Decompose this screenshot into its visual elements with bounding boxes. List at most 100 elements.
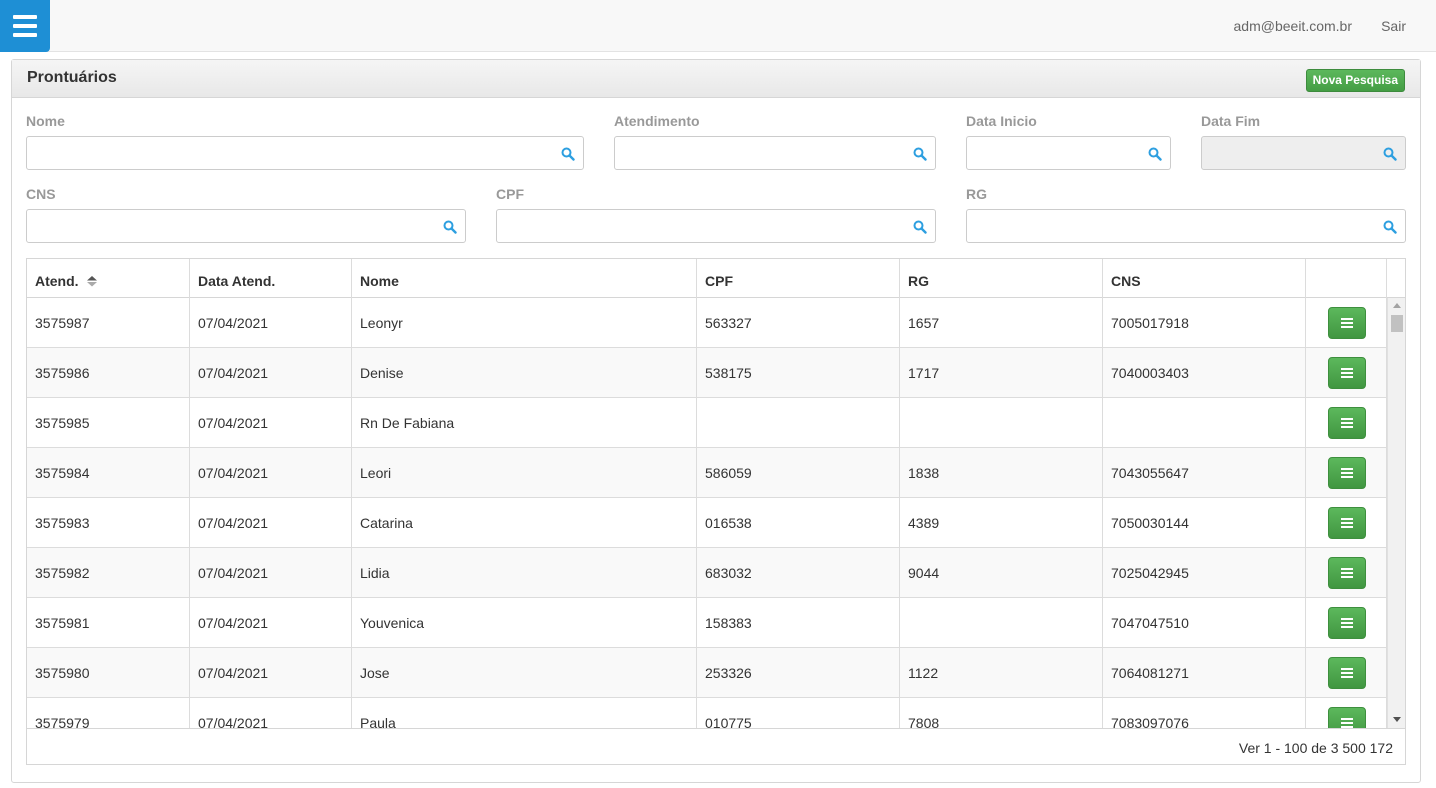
rg-field[interactable] bbox=[966, 209, 1406, 243]
table-row[interactable]: 3575986 07/04/2021 Denise 538175 1717 7040003… bbox=[27, 348, 1387, 398]
cell-cns: 7043055647 bbox=[1103, 448, 1306, 498]
cell-nome: Rn De Fabiana bbox=[352, 398, 697, 448]
nome-field[interactable] bbox=[26, 136, 584, 170]
cell-data-atend: 07/04/2021 bbox=[190, 548, 352, 598]
search-icon[interactable] bbox=[561, 147, 575, 161]
search-icon[interactable] bbox=[913, 147, 927, 161]
column-header-data-atend[interactable]: Data Atend. bbox=[190, 259, 352, 298]
cell-cpf: 158383 bbox=[697, 598, 900, 648]
data-fim-field[interactable] bbox=[1201, 136, 1406, 170]
nome-input[interactable] bbox=[27, 137, 583, 169]
data-inicio-input[interactable] bbox=[967, 137, 1170, 169]
cell-rg: 7808 bbox=[900, 698, 1103, 728]
cell-atend: 3575981 bbox=[27, 598, 190, 648]
cell-atend: 3575987 bbox=[27, 298, 190, 348]
list-icon bbox=[1341, 318, 1353, 328]
cell-actions bbox=[1306, 698, 1387, 728]
cell-cpf: 538175 bbox=[697, 348, 900, 398]
cns-input[interactable] bbox=[27, 210, 465, 242]
cell-nome: Denise bbox=[352, 348, 697, 398]
atendimento-field[interactable] bbox=[614, 136, 936, 170]
table-row[interactable]: 3575983 07/04/2021 Catarina 016538 4389 70500… bbox=[27, 498, 1387, 548]
cell-actions bbox=[1306, 498, 1387, 548]
grid-body: 3575987 07/04/2021 Leonyr 563327 1657 7005017… bbox=[27, 298, 1387, 728]
table-row[interactable]: 3575987 07/04/2021 Leonyr 563327 1657 7005017… bbox=[27, 298, 1387, 348]
cell-nome: Lidia bbox=[352, 548, 697, 598]
cell-cpf: 016538 bbox=[697, 498, 900, 548]
cell-cpf bbox=[697, 398, 900, 448]
scroll-down-arrow-icon[interactable] bbox=[1393, 717, 1401, 722]
row-menu-button[interactable] bbox=[1328, 307, 1366, 339]
row-menu-button[interactable] bbox=[1328, 657, 1366, 689]
data-fim-input[interactable] bbox=[1202, 137, 1405, 169]
new-search-button[interactable]: Nova Pesquisa bbox=[1305, 69, 1405, 92]
data-fim-label: Data Fim bbox=[1201, 113, 1261, 129]
atendimento-label: Atendimento bbox=[614, 113, 700, 129]
list-icon bbox=[1341, 468, 1353, 478]
cell-cpf: 253326 bbox=[697, 648, 900, 698]
table-row[interactable]: 3575985 07/04/2021 Rn De Fabiana bbox=[27, 398, 1387, 448]
cell-cns: 7083097076 bbox=[1103, 698, 1306, 728]
cns-field[interactable] bbox=[26, 209, 466, 243]
logout-link[interactable]: Sair bbox=[1381, 18, 1406, 34]
rg-input[interactable] bbox=[967, 210, 1405, 242]
row-menu-button[interactable] bbox=[1328, 507, 1366, 539]
cell-rg: 1657 bbox=[900, 298, 1103, 348]
row-menu-button[interactable] bbox=[1328, 557, 1366, 589]
search-icon[interactable] bbox=[913, 220, 927, 234]
table-row[interactable]: 3575982 07/04/2021 Lidia 683032 9044 70250429… bbox=[27, 548, 1387, 598]
search-icon[interactable] bbox=[1383, 220, 1397, 234]
cell-cns: 7005017918 bbox=[1103, 298, 1306, 348]
table-row[interactable]: 3575980 07/04/2021 Jose 253326 1122 706408127… bbox=[27, 648, 1387, 698]
row-menu-button[interactable] bbox=[1328, 707, 1366, 728]
hamburger-menu-icon[interactable] bbox=[0, 0, 50, 52]
atendimento-input[interactable] bbox=[615, 137, 935, 169]
scroll-up-arrow-icon[interactable] bbox=[1393, 303, 1401, 308]
column-header-nome[interactable]: Nome bbox=[352, 259, 697, 298]
cell-atend: 3575984 bbox=[27, 448, 190, 498]
page-title: Prontuários bbox=[27, 69, 117, 86]
table-row[interactable]: 3575984 07/04/2021 Leori 586059 1838 70430556… bbox=[27, 448, 1387, 498]
cell-cpf: 010775 bbox=[697, 698, 900, 728]
data-inicio-field[interactable] bbox=[966, 136, 1171, 170]
column-header-cns[interactable]: CNS bbox=[1103, 259, 1306, 298]
search-icon[interactable] bbox=[443, 220, 457, 234]
nome-label: Nome bbox=[26, 113, 65, 129]
search-icon[interactable] bbox=[1148, 147, 1162, 161]
column-header-rg[interactable]: RG bbox=[900, 259, 1103, 298]
cpf-input[interactable] bbox=[497, 210, 935, 242]
cell-rg: 9044 bbox=[900, 548, 1103, 598]
row-menu-button[interactable] bbox=[1328, 407, 1366, 439]
cell-data-atend: 07/04/2021 bbox=[190, 498, 352, 548]
table-row[interactable]: 3575981 07/04/2021 Youvenica 158383 70470475… bbox=[27, 598, 1387, 648]
cell-actions bbox=[1306, 448, 1387, 498]
cell-cns: 7047047510 bbox=[1103, 598, 1306, 648]
pager-info: Ver 1 - 100 de 3 500 172 bbox=[1238, 740, 1393, 756]
cell-nome: Catarina bbox=[352, 498, 697, 548]
user-email: adm@beeit.com.br bbox=[1233, 18, 1352, 34]
cpf-field[interactable] bbox=[496, 209, 936, 243]
table-row[interactable]: 3575979 07/04/2021 Paula 010775 7808 70830970… bbox=[27, 698, 1387, 728]
cell-cns bbox=[1103, 398, 1306, 448]
cell-cpf: 683032 bbox=[697, 548, 900, 598]
column-header-cpf[interactable]: CPF bbox=[697, 259, 900, 298]
list-icon bbox=[1341, 718, 1353, 728]
cell-actions bbox=[1306, 298, 1387, 348]
grid-scrollbar[interactable] bbox=[1387, 298, 1405, 728]
top-bar: adm@beeit.com.br Sair bbox=[0, 0, 1436, 52]
scroll-thumb[interactable] bbox=[1391, 315, 1403, 332]
search-icon[interactable] bbox=[1383, 147, 1397, 161]
cell-nome: Youvenica bbox=[352, 598, 697, 648]
column-header-atend[interactable]: Atend. bbox=[27, 259, 190, 298]
cell-actions bbox=[1306, 648, 1387, 698]
rg-label: RG bbox=[966, 186, 987, 202]
cell-rg: 1838 bbox=[900, 448, 1103, 498]
cell-actions bbox=[1306, 548, 1387, 598]
cell-atend: 3575979 bbox=[27, 698, 190, 728]
cell-atend: 3575983 bbox=[27, 498, 190, 548]
row-menu-button[interactable] bbox=[1328, 457, 1366, 489]
row-menu-button[interactable] bbox=[1328, 607, 1366, 639]
row-menu-button[interactable] bbox=[1328, 357, 1366, 389]
sort-icon[interactable] bbox=[86, 275, 98, 287]
cell-atend: 3575986 bbox=[27, 348, 190, 398]
